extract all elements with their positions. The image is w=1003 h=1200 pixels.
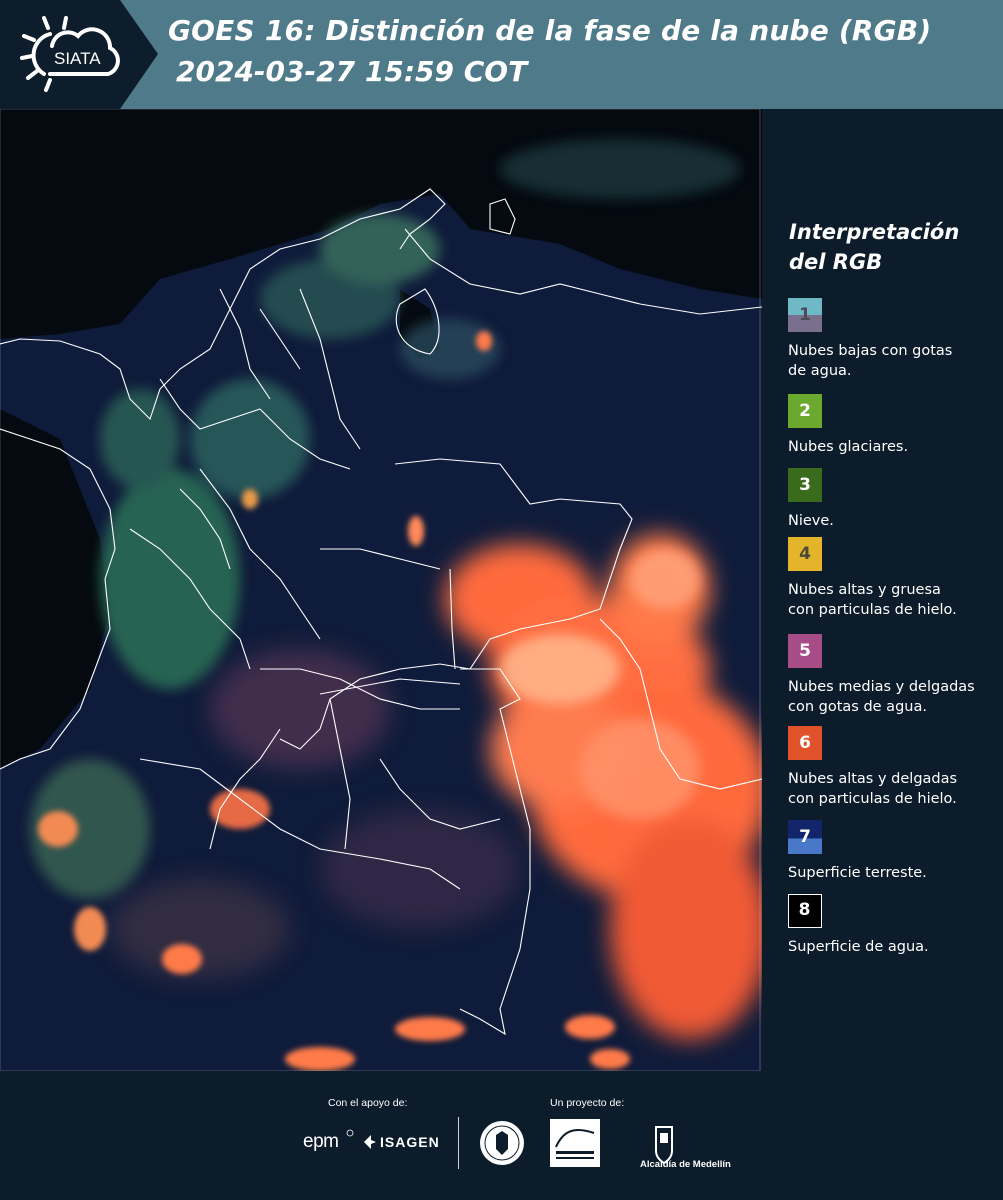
isagen-mark-icon	[364, 1135, 376, 1149]
legend-swatch-1: 1	[788, 298, 822, 332]
page-title: GOES 16: Distinción de la fase de la nub…	[168, 14, 932, 47]
legend-item-7: 7 Superficie terreste.	[788, 820, 988, 883]
sun-cloud-icon: SIATA	[20, 16, 120, 92]
legend-label-4: Nubes altas y gruesa con particulas de h…	[788, 582, 957, 618]
legend-swatch-7: 7	[788, 820, 822, 854]
legend-item-1: 1 Nubes bajas con gotas de agua.	[788, 298, 988, 381]
legend-item-8: 8 Superficie de agua.	[788, 894, 988, 957]
siata-logo: SIATA	[10, 8, 130, 100]
area-metropolitana-icon	[550, 1119, 600, 1167]
legend-label-2: Nubes glaciares.	[788, 439, 909, 455]
legend-item-2: 2 Nubes glaciares.	[788, 394, 988, 457]
svg-text:SIATA: SIATA	[54, 49, 101, 68]
legend-item-5: 5 Nubes medias y delgadas con gotas de a…	[788, 634, 988, 717]
footer: Con el apoyo de: Un proyecto de: epm ISA…	[0, 1071, 1003, 1200]
alcaldia-label: Alcaldía de Medellín	[640, 1159, 731, 1170]
legend-swatch-4: 4	[788, 537, 822, 571]
epm-registered-icon	[346, 1129, 354, 1137]
header: SIATA GOES 16: Distinción de la fase de …	[0, 0, 1003, 109]
legend-label-7: Superficie terreste.	[788, 865, 927, 881]
legend-label-6: Nubes altas y delgadas con particulas de…	[788, 771, 958, 807]
footer-divider	[458, 1117, 459, 1169]
legend-title: Interpretación del RGB	[789, 220, 960, 274]
legend-swatch-6: 6	[788, 726, 822, 760]
support-label: Con el apoyo de:	[328, 1097, 408, 1109]
legend-label-8: Superficie de agua.	[788, 939, 929, 955]
legend-label-5: Nubes medias y delgadas con gotas de agu…	[788, 679, 975, 715]
timestamp: 2024-03-27 15:59 COT	[176, 55, 528, 88]
legend-swatch-5: 5	[788, 634, 822, 668]
epm-logo: epm	[303, 1131, 339, 1152]
legend-swatch-8: 8	[788, 894, 822, 928]
legend-label-1: Nubes bajas con gotas de agua.	[788, 343, 953, 379]
legend-item-4: 4 Nubes altas y gruesa con particulas de…	[788, 537, 988, 620]
university-seal-icon	[480, 1121, 524, 1165]
legend-swatch-2: 2	[788, 394, 822, 428]
isagen-logo: ISAGEN	[380, 1134, 440, 1150]
legend-item-3: 3 Nieve.	[788, 468, 988, 531]
legend-panel: Interpretación del RGB 1 Nubes bajas con…	[762, 109, 1003, 1071]
legend-swatch-3: 3	[788, 468, 822, 502]
satellite-map	[0, 109, 762, 1071]
legend-label-3: Nieve.	[788, 513, 834, 529]
legend-item-6: 6 Nubes altas y delgadas con particulas …	[788, 726, 988, 809]
map-image	[0, 109, 762, 1071]
project-label: Un proyecto de:	[550, 1097, 625, 1109]
